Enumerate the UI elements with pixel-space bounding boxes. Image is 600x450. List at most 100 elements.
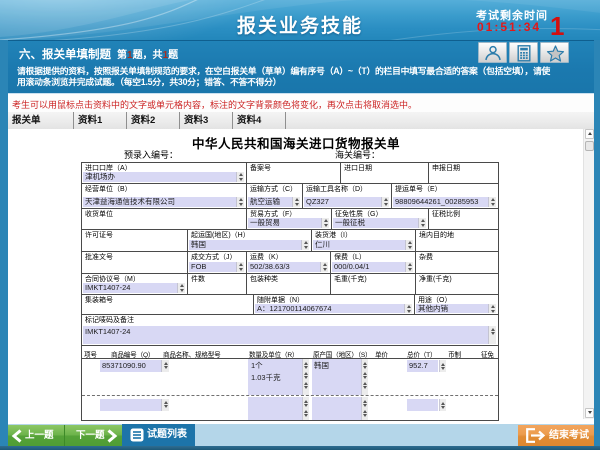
table-row: 收货单位 贸易方式（F） 一般贸易 征免性质（G） 一般征税 征税比例	[82, 209, 498, 230]
prev-question-label: 上一题	[25, 425, 54, 446]
goods-header-row: 项号 商品编号（Q） 商品名称、规格型号 数量及单位（R） 原产国（地区）（S）…	[82, 346, 498, 359]
input-freight[interactable]: 502/38.63/3	[248, 262, 328, 273]
spinner-control[interactable]	[405, 262, 413, 273]
input-loading-port[interactable]: 仁川	[313, 240, 413, 251]
field-import-port: 进口口岸（A） 津机场办	[82, 163, 246, 183]
favorite-button[interactable]	[540, 42, 569, 63]
spinner-control[interactable]	[488, 304, 496, 314]
table-row: 标记唛码及备注 IMKT1407-24	[82, 315, 498, 346]
input-goods1-code[interactable]: 85371090.90	[100, 360, 169, 372]
declaration-table: 进口口岸（A） 津机场办 备案号 进口日期 申报日期 经营单位（B） 天津益海通…	[81, 162, 499, 421]
goods-col-name-spec: 商品名称、规格型号	[163, 349, 221, 359]
input-insurance[interactable]: 000/0.04/1	[332, 262, 413, 273]
spinner-control[interactable]	[321, 218, 329, 229]
input-trade-mode[interactable]: 一般贸易	[248, 218, 329, 229]
input-exemption-nature[interactable]: 一般征税	[333, 218, 426, 229]
user-info-button[interactable]	[478, 42, 507, 63]
section-heading-text: 六、报关单填制题	[19, 49, 111, 61]
question-nav-group: 上一题 下一题	[8, 425, 122, 446]
question-section-band: 六、报关单填制题第1题，共1题 请根据提供的资料，按照报关单填制规范的要求，在空…	[8, 40, 594, 93]
spinner-control[interactable]	[439, 399, 446, 411]
tab-declaration-form[interactable]: 报关单	[8, 112, 74, 129]
input-departure-country[interactable]: 韩国	[189, 240, 309, 251]
spinner-control[interactable]	[301, 240, 309, 251]
scrollbar-up-button[interactable]	[585, 129, 594, 139]
field-gross-weight: 毛重(千克)	[330, 274, 415, 294]
app-header: 报关业务技能 考试剩余时间 01:51:34 1	[0, 0, 600, 40]
goods-col-exemption: 征免	[481, 349, 494, 359]
input-import-port[interactable]: 津机场办	[83, 172, 244, 183]
prev-question-button[interactable]: 上一题	[8, 425, 64, 446]
field-package-count: 件数	[187, 274, 246, 294]
spinner-control[interactable]	[404, 304, 412, 314]
field-exemption-nature: 征免性质（G） 一般征税	[331, 209, 428, 229]
input-transport-mode[interactable]: 航空运输	[248, 197, 300, 208]
table-row: 合同协议号（M） IMKT1407-24 件数 包装种类 毛重(千克) 净重(千…	[82, 274, 498, 295]
field-freight: 运费（K） 502/38.63/3	[246, 252, 330, 273]
spinner-control[interactable]	[320, 262, 328, 273]
window-bottom-edge	[0, 446, 600, 450]
spinner-control[interactable]	[236, 197, 244, 208]
spinner-control[interactable]	[292, 197, 300, 208]
spinner-control[interactable]	[161, 399, 169, 411]
question-list-button[interactable]: 试题列表	[122, 424, 195, 446]
goods-col-unit-price: 单价	[375, 349, 388, 359]
scrollbar-down-button[interactable]	[585, 408, 594, 418]
spinner-control[interactable]	[236, 262, 244, 273]
input-goods1-total[interactable]: 952.7	[407, 360, 438, 372]
question-progress: 第1题，共1题	[117, 50, 178, 61]
field-operator: 经营单位（B） 天津益海通信技术有限公司	[82, 184, 246, 208]
spinner-control[interactable]	[236, 172, 244, 183]
tab-material-2[interactable]: 资料2	[127, 112, 180, 129]
spinner-strip[interactable]	[361, 359, 368, 395]
section-heading: 六、报关单填制题第1题，共1题	[19, 46, 178, 62]
material-tabs: 报关单 资料1 资料2 资料3 资料4	[8, 112, 594, 129]
field-declare-date: 申报日期	[428, 163, 498, 183]
input-goods2-origin[interactable]	[312, 397, 361, 420]
input-goods2-qty-unit[interactable]	[248, 397, 302, 420]
spinner-control[interactable]	[418, 218, 426, 229]
next-question-button[interactable]: 下一题	[65, 425, 122, 446]
input-goods1-origin[interactable]: 韩国	[312, 359, 361, 395]
input-goods2-code[interactable]	[100, 399, 169, 411]
end-exam-button[interactable]: 结束考试	[518, 425, 594, 446]
field-transaction-mode: 成交方式（J） FOB	[187, 252, 246, 273]
hint-text: 考生可以用鼠标点击资料中的文字或单元格内容，标注的文字背景颜色将变化，再次点击将…	[12, 98, 417, 111]
input-operator[interactable]: 天津益海通信技术有限公司	[83, 197, 244, 208]
goods-row-divider	[82, 395, 498, 396]
spinner-control[interactable]	[488, 197, 496, 208]
spinner-control[interactable]	[488, 326, 496, 344]
field-bill-no: 提运单号（E） 98809644261_00285953	[391, 184, 498, 208]
spinner-control[interactable]	[381, 197, 389, 208]
input-goods2-total[interactable]	[407, 399, 438, 411]
customs-no-label: 海关编号：	[335, 148, 380, 161]
scrollbar-thumb[interactable]	[585, 141, 594, 151]
tab-material-3[interactable]: 资料3	[180, 112, 233, 129]
spinner-strip[interactable]	[302, 359, 309, 395]
spinner-control[interactable]	[439, 360, 446, 372]
calculator-button[interactable]	[509, 42, 538, 63]
input-usage[interactable]: 其他内销	[416, 304, 496, 314]
input-attached-documents[interactable]: A：121700114067674	[255, 304, 412, 314]
tab-material-1[interactable]: 资料1	[74, 112, 127, 129]
input-bill-no[interactable]: 98809644261_00285953	[393, 197, 496, 208]
goods-col-currency: 币制	[448, 349, 461, 359]
input-marks-remarks[interactable]: IMKT1407-24	[83, 326, 496, 344]
spinner-strip[interactable]	[361, 397, 368, 420]
arrow-up-icon	[588, 132, 592, 135]
spinner-control[interactable]	[405, 240, 413, 251]
field-license-no: 许可证号	[82, 230, 187, 251]
input-transaction-mode[interactable]: FOB	[189, 262, 244, 273]
spinner-control[interactable]	[177, 283, 185, 294]
form-scrollbar[interactable]	[583, 129, 594, 419]
field-record-no: 备案号	[246, 163, 340, 183]
input-contract-no[interactable]: IMKT1407-24	[83, 283, 185, 294]
input-goods1-qty-unit[interactable]: 1个 1.03千克	[248, 359, 302, 395]
tab-material-4[interactable]: 资料4	[233, 112, 286, 129]
spinner-strip[interactable]	[302, 397, 309, 420]
timer-value: 01:51:34	[477, 20, 541, 34]
next-question-label: 下一题	[76, 425, 105, 446]
instructions-line2: 用滚动条浏览并完成试题。（每空1.5分，共30分；错答、不答不得分）	[17, 75, 281, 88]
spinner-control[interactable]	[161, 360, 169, 372]
input-transport-name[interactable]: QZ327	[304, 197, 389, 208]
